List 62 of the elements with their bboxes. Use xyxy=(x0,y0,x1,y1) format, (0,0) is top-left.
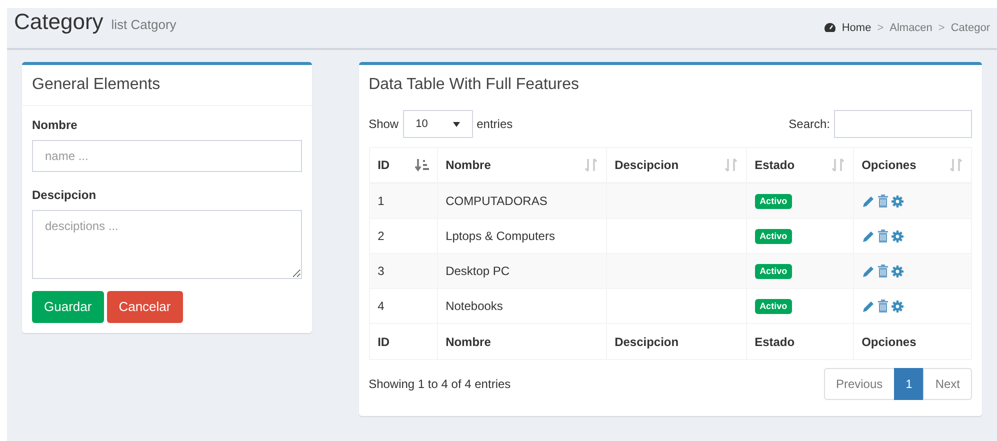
sort-icon xyxy=(584,158,598,172)
trash-icon[interactable] xyxy=(876,299,889,313)
table-cell: Desktop PC xyxy=(438,254,607,288)
column-header[interactable]: ID xyxy=(370,148,438,182)
pagination-button[interactable]: 1 xyxy=(894,368,924,400)
page-subtitle: list Catgory xyxy=(111,16,176,34)
breadcrumb-separator: > xyxy=(938,20,945,36)
table-cell: 4 xyxy=(370,289,438,323)
name-field[interactable]: name ... xyxy=(32,140,302,172)
form-title: General Elements xyxy=(22,65,312,106)
gear-icon[interactable] xyxy=(890,300,904,312)
pencil-icon[interactable] xyxy=(862,230,875,242)
breadcrumb-separator: > xyxy=(877,20,884,36)
entries-label: entries xyxy=(476,116,513,133)
gear-icon[interactable] xyxy=(890,194,904,208)
column-header[interactable]: Estado xyxy=(746,148,854,182)
search-label: Search: xyxy=(788,116,830,133)
trash-icon[interactable] xyxy=(876,194,889,208)
page-size-select[interactable]: 10 xyxy=(402,110,473,138)
table-cell: 2 xyxy=(370,219,438,253)
column-footer: Opciones xyxy=(854,324,971,359)
column-header[interactable]: Opciones xyxy=(854,148,971,182)
field-label: Descipcion xyxy=(32,187,98,204)
table-cell: 3 xyxy=(370,254,438,288)
sort-icon xyxy=(949,158,963,172)
breadcrumb-link[interactable]: Home xyxy=(842,20,872,36)
search-field[interactable] xyxy=(834,110,972,138)
status-badge: Activo xyxy=(754,298,792,314)
table-cell: 1 xyxy=(370,184,438,218)
column-footer: ID xyxy=(370,324,438,359)
pencil-icon[interactable] xyxy=(862,194,875,208)
sort-icon xyxy=(830,158,845,172)
description-field[interactable]: desciptions ... xyxy=(32,210,302,279)
caret-icon xyxy=(452,122,460,126)
pencil-icon[interactable] xyxy=(862,300,875,312)
breadcrumb-link[interactable]: Categor xyxy=(950,20,990,36)
gear-icon[interactable] xyxy=(890,230,904,242)
column-footer: Nombre xyxy=(438,324,607,359)
column-footer: Estado xyxy=(746,324,854,359)
table-title: Data Table With Full Features xyxy=(368,75,580,95)
pencil-icon[interactable] xyxy=(862,264,875,278)
trash-icon[interactable] xyxy=(876,229,889,243)
sort-ascending-icon xyxy=(414,158,429,172)
show-label: Show xyxy=(368,116,399,133)
trash-icon[interactable] xyxy=(876,264,889,278)
page-title: Category xyxy=(14,8,104,36)
status-badge: Activo xyxy=(754,228,792,244)
status-badge: Activo xyxy=(754,264,792,278)
column-header[interactable]: Descipcion xyxy=(606,148,747,182)
cancel-button[interactable]: Cancelar xyxy=(106,291,183,323)
column-header[interactable]: Nombre xyxy=(438,148,607,182)
dashboard-icon xyxy=(824,22,836,34)
gear-icon[interactable] xyxy=(890,264,904,278)
table-cell: Notebooks xyxy=(438,289,607,323)
field-label: Nombre xyxy=(32,117,78,134)
sort-icon xyxy=(724,158,738,172)
breadcrumb-link[interactable]: Almacen xyxy=(890,20,932,36)
status-badge: Activo xyxy=(754,194,792,208)
table-cell: Lptops & Computers xyxy=(438,219,607,253)
table-cell: COMPUTADORAS xyxy=(438,184,607,218)
column-footer: Descipcion xyxy=(606,324,747,359)
table-info: Showing 1 to 4 of 4 entries xyxy=(368,376,511,393)
